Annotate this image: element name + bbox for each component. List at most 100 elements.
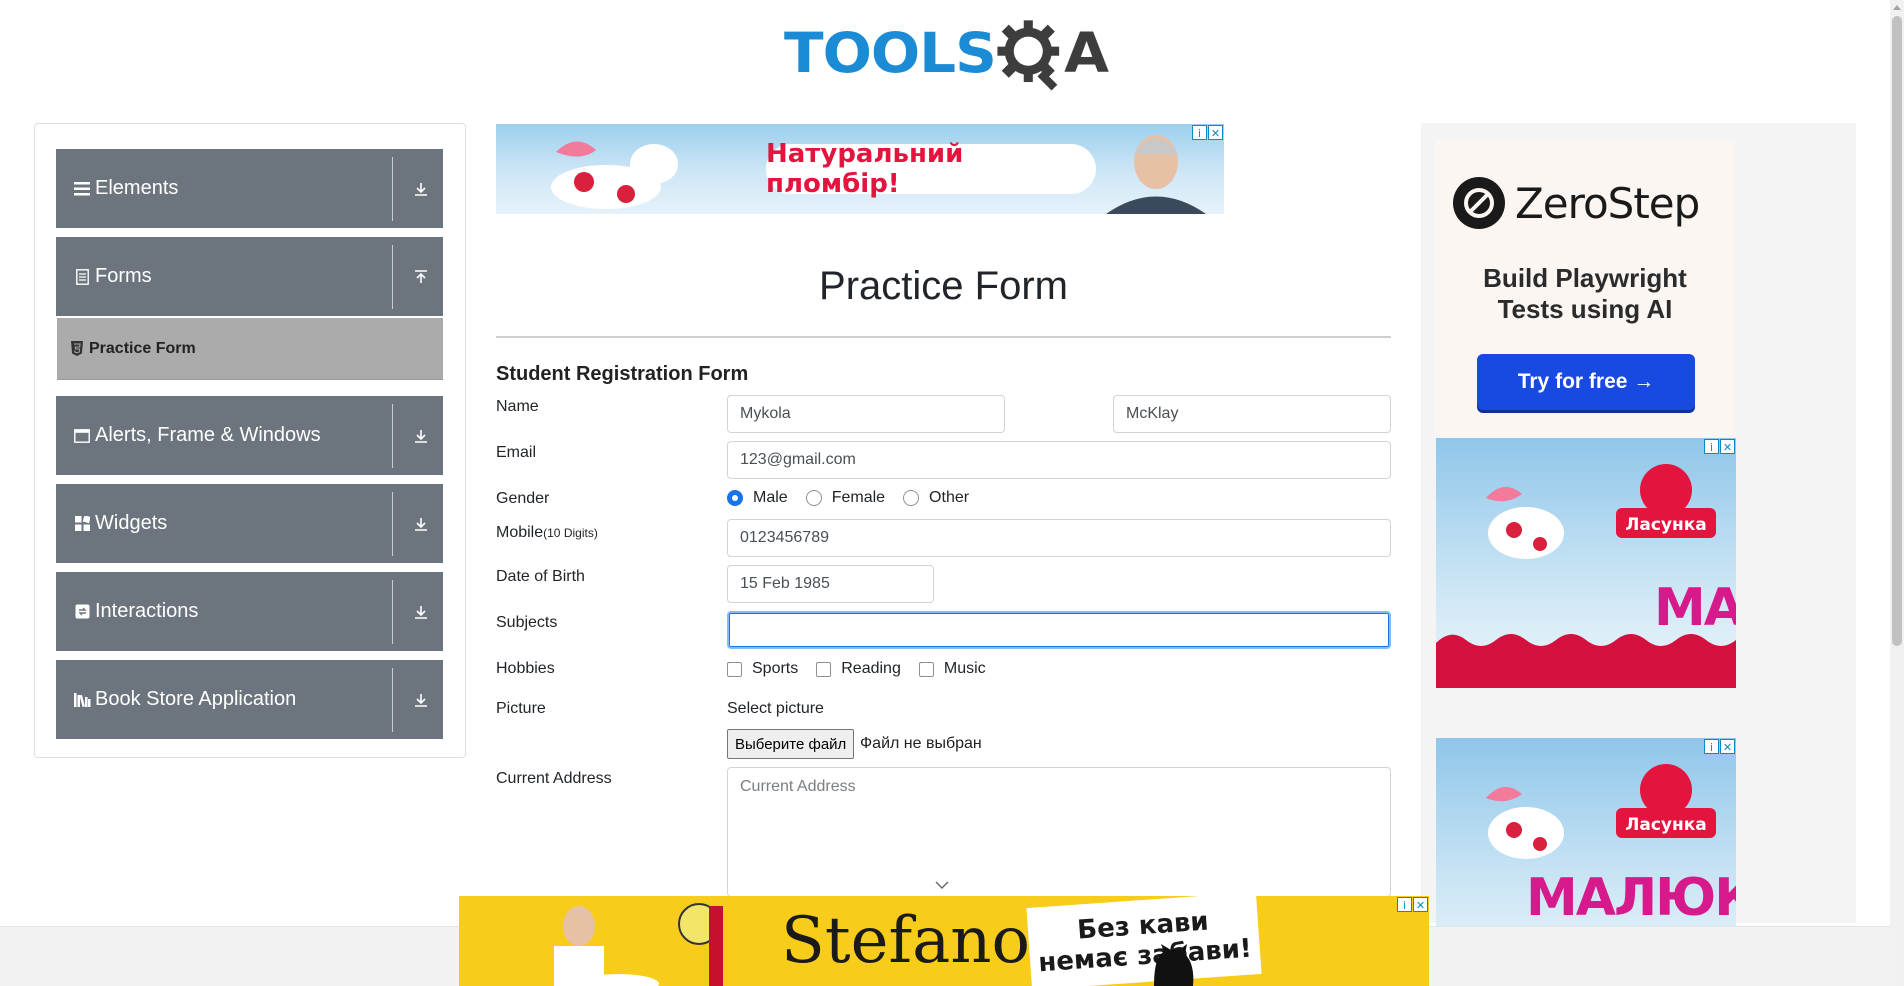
sidebar-group-forms[interactable]: Forms <box>56 237 443 316</box>
download-arrow-icon[interactable] <box>411 690 431 710</box>
zerostep-tagline-line: Tests using AI <box>1497 294 1673 324</box>
stefano-ad-banner[interactable]: Stefano Без кави немає забави! i ✕ <box>459 896 1429 986</box>
current-address-label: Current Address <box>496 770 612 787</box>
checkbox[interactable] <box>816 661 832 677</box>
gender-option-label: Other <box>929 489 970 506</box>
cow-mascot-image <box>1486 786 1564 859</box>
mobile-input[interactable]: 0123456789 <box>727 519 1391 557</box>
ad-choices[interactable]: i ✕ <box>1704 739 1735 754</box>
mobile-label-text: Mobile <box>496 524 544 541</box>
ad-info-icon[interactable]: i <box>1704 739 1719 754</box>
ad-choices[interactable]: i ✕ <box>1397 897 1428 912</box>
divider <box>392 491 393 556</box>
divider <box>392 156 393 221</box>
radio-button[interactable] <box>903 490 920 506</box>
sidebar-group-label: Alerts, Frame & Windows <box>95 424 321 446</box>
mobile-label: Mobile(10 Digits) <box>496 524 598 542</box>
download-arrow-icon[interactable] <box>411 602 431 622</box>
zerostep-tagline: Build Playwright Tests using AI <box>1435 263 1735 325</box>
checkbox[interactable] <box>918 661 934 677</box>
download-arrow-icon[interactable] <box>411 179 431 199</box>
divider <box>392 244 393 309</box>
sidebar-group-label: Elements <box>95 177 179 199</box>
html5-icon <box>71 341 83 356</box>
toolsqa-logo[interactable]: TOOLS A <box>784 14 1109 92</box>
left-sidebar: Elements Forms Practice Form Alerts, Fra… <box>34 123 466 758</box>
ad-close-icon[interactable]: ✕ <box>1720 439 1735 454</box>
ad-info-icon[interactable]: i <box>1192 125 1207 140</box>
chevron-down-icon <box>935 881 949 889</box>
ad-choices[interactable]: i ✕ <box>1192 125 1223 140</box>
stefano-slogan-line: немає забави! <box>1037 933 1253 979</box>
scroll-up-arrow-icon[interactable] <box>1890 0 1904 14</box>
download-arrow-icon[interactable] <box>411 514 431 534</box>
dob-label: Date of Birth <box>496 568 585 585</box>
upload-arrow-icon[interactable] <box>411 267 431 287</box>
download-arrow-icon[interactable] <box>411 426 431 446</box>
zerostep-ad[interactable]: ZeroStep Build Playwright Tests using AI… <box>1435 139 1735 437</box>
zerostep-logo-icon <box>1453 177 1505 229</box>
ad-close-icon[interactable]: ✕ <box>1720 739 1735 754</box>
ad-info-icon[interactable]: i <box>1704 439 1719 454</box>
radio-button[interactable] <box>727 490 743 506</box>
scrollbar-thumb[interactable] <box>1892 16 1902 646</box>
ad-choices[interactable]: i ✕ <box>1704 439 1735 454</box>
hobby-option-music[interactable]: Music <box>918 660 986 678</box>
sidebar-group-interactions[interactable]: Interactions <box>56 572 443 651</box>
subjects-input[interactable] <box>727 611 1391 649</box>
menu-lines-icon <box>73 180 91 198</box>
date-of-birth-input[interactable]: 15 Feb 1985 <box>727 565 934 603</box>
sidebar-group-elements[interactable]: Elements <box>56 149 443 228</box>
gender-option-label: Female <box>831 489 886 506</box>
sidebar-group-alerts[interactable]: Alerts, Frame & Windows <box>56 396 443 475</box>
gender-option-female[interactable]: Female <box>805 489 886 507</box>
last-name-input[interactable]: McKlay <box>1113 395 1391 433</box>
ad-info-icon[interactable]: i <box>1397 897 1412 912</box>
logo-text-tools: TOOLS <box>784 20 997 86</box>
sidebar-group-label: Book Store Application <box>95 688 297 710</box>
hobbies-checkbox-group: Sports Reading Music <box>727 660 1004 678</box>
title-divider <box>496 336 1391 338</box>
gear-magnifier-icon <box>997 20 1060 91</box>
hobby-option-label: Reading <box>841 660 901 677</box>
people-illustration <box>554 903 723 986</box>
form-heading: Student Registration Form <box>496 363 749 385</box>
stefano-brand-text: Stefano <box>781 904 1031 978</box>
sidebar-group-book-store[interactable]: Book Store Application <box>56 660 443 739</box>
lasunka-logo-image: Ласунка <box>1616 764 1716 838</box>
sidebar-item-practice-form[interactable]: Practice Form <box>57 318 443 380</box>
mobile-hint: (10 Digits) <box>543 526 598 540</box>
hobby-option-reading[interactable]: Reading <box>816 660 901 678</box>
top-ad-banner[interactable]: Натуральний пломбір! i ✕ <box>496 124 1224 214</box>
hobby-option-label: Music <box>943 660 986 677</box>
page-title: Practice Form <box>819 264 1068 308</box>
document-icon <box>73 268 91 286</box>
sidebar-item-label: Practice Form <box>89 339 196 357</box>
current-address-textarea[interactable]: Current Address <box>727 767 1391 897</box>
hobbies-label: Hobbies <box>496 660 555 677</box>
stefano-slogan: Без кави немає забави! <box>1026 896 1262 986</box>
gender-option-male[interactable]: Male <box>727 489 788 507</box>
books-icon <box>73 691 91 709</box>
try-for-free-button[interactable]: Try for free → <box>1477 354 1695 410</box>
choose-file-button[interactable]: Выберите файл <box>727 729 855 759</box>
email-input[interactable]: 123@gmail.com <box>727 441 1391 479</box>
sidebar-group-widgets[interactable]: Widgets <box>56 484 443 563</box>
hobby-option-sports[interactable]: Sports <box>727 660 798 678</box>
gender-option-other[interactable]: Other <box>903 489 969 507</box>
cow-mascot-image <box>1486 486 1564 559</box>
radio-button[interactable] <box>805 490 822 506</box>
sidebar-group-label: Forms <box>95 265 152 287</box>
black-cat-image <box>1154 944 1194 986</box>
ad-close-icon[interactable]: ✕ <box>1413 897 1428 912</box>
ad-close-icon[interactable]: ✕ <box>1208 125 1223 140</box>
email-label: Email <box>496 444 537 461</box>
divider <box>392 667 393 732</box>
lasunka-ad-1[interactable]: Ласунка МА i ✕ <box>1436 438 1736 688</box>
sidebar-group-label: Widgets <box>95 512 168 534</box>
file-status-text: Файл не выбран <box>860 735 982 752</box>
select-picture-label: Select picture <box>727 700 824 717</box>
checkbox[interactable] <box>727 661 742 677</box>
interaction-icon <box>73 603 91 621</box>
first-name-input[interactable]: Mykola <box>727 395 1005 433</box>
